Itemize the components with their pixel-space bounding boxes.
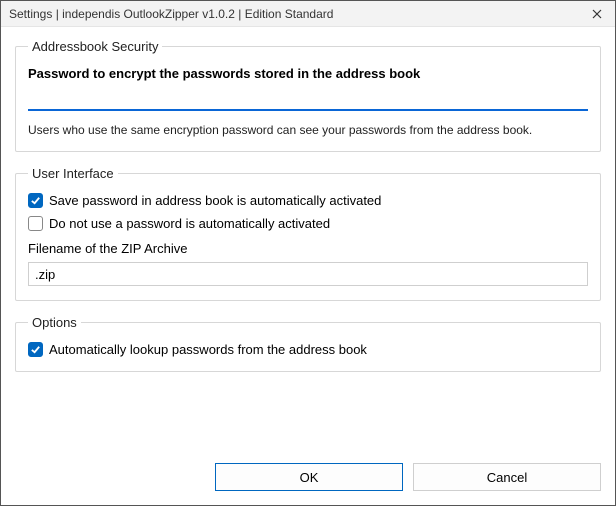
user-interface-group: User Interface Save password in address … (15, 166, 601, 301)
filename-input[interactable] (28, 262, 588, 286)
save-password-row: Save password in address book is automat… (28, 193, 588, 208)
close-icon (592, 9, 602, 19)
password-hint: Users who use the same encryption passwo… (28, 123, 588, 137)
ok-button[interactable]: OK (215, 463, 403, 491)
filename-label: Filename of the ZIP Archive (28, 241, 588, 256)
button-bar: OK Cancel (1, 455, 615, 505)
cancel-button[interactable]: Cancel (413, 463, 601, 491)
no-password-label: Do not use a password is automatically a… (49, 216, 330, 231)
auto-lookup-checkbox[interactable] (28, 342, 43, 357)
options-legend: Options (28, 315, 81, 330)
password-label: Password to encrypt the passwords stored… (28, 66, 588, 81)
no-password-row: Do not use a password is automatically a… (28, 216, 588, 231)
settings-window: Settings | independis OutlookZipper v1.0… (0, 0, 616, 506)
encryption-password-input[interactable] (28, 89, 588, 111)
options-group: Options Automatically lookup passwords f… (15, 315, 601, 372)
addressbook-security-group: Addressbook Security Password to encrypt… (15, 39, 601, 152)
auto-lookup-label: Automatically lookup passwords from the … (49, 342, 367, 357)
check-icon (30, 195, 41, 206)
check-icon (30, 344, 41, 355)
addressbook-legend: Addressbook Security (28, 39, 162, 54)
close-button[interactable] (587, 4, 607, 24)
spacer (15, 386, 601, 445)
no-password-checkbox[interactable] (28, 216, 43, 231)
save-password-checkbox[interactable] (28, 193, 43, 208)
titlebar: Settings | independis OutlookZipper v1.0… (1, 1, 615, 27)
ui-legend: User Interface (28, 166, 118, 181)
auto-lookup-row: Automatically lookup passwords from the … (28, 342, 588, 357)
window-title: Settings | independis OutlookZipper v1.0… (9, 7, 587, 21)
content-area: Addressbook Security Password to encrypt… (1, 27, 615, 455)
save-password-label: Save password in address book is automat… (49, 193, 381, 208)
